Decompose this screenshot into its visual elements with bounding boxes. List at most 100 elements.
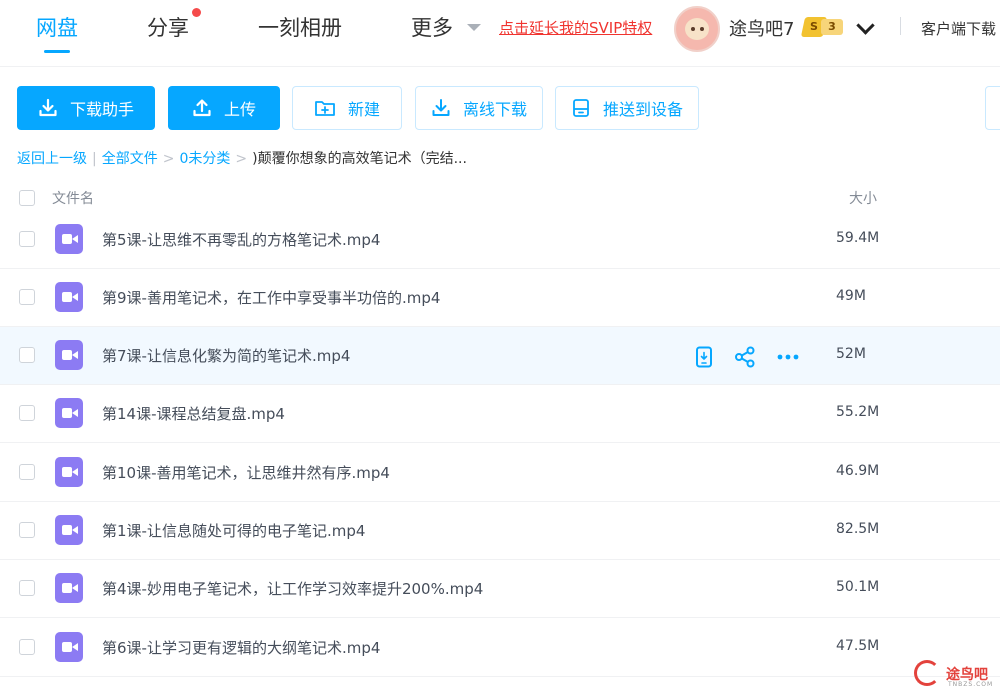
active-tab-indicator (44, 50, 70, 53)
table-row[interactable]: 第14课-课程总结复盘.mp4 55.2M (0, 385, 1000, 443)
file-name[interactable]: 第1课-让信息随处可得的电子笔记.mp4 (102, 520, 365, 541)
table-row[interactable]: 第10课-善用笔记术，让思维井然有序.mp4 46.9M (0, 444, 1000, 502)
camera-lens-icon (72, 468, 78, 476)
avatar-eye-right (700, 27, 704, 31)
share-icon[interactable] (734, 346, 756, 368)
new-folder-icon (315, 101, 335, 116)
breadcrumb-uncategorized[interactable]: 0未分类 (179, 151, 230, 167)
breadcrumb-divider: | (92, 151, 97, 167)
row-checkbox[interactable] (19, 405, 35, 421)
nav-divider (900, 17, 901, 35)
avatar[interactable] (674, 6, 720, 52)
camera-body-icon (62, 234, 72, 244)
offline-download-button[interactable]: 离线下载 (415, 86, 543, 130)
camera-lens-icon (72, 235, 78, 243)
breadcrumb-current: )颠覆你想象的高效笔记术（完结... (252, 151, 467, 167)
upload-icon (193, 99, 211, 117)
send-to-phone-icon[interactable] (694, 346, 714, 368)
select-all-checkbox[interactable] (19, 190, 35, 206)
video-file-icon (55, 515, 83, 545)
camera-lens-icon (72, 409, 78, 417)
camera-lens-icon (72, 293, 78, 301)
file-size: 47.5M (836, 638, 880, 654)
tab-netdisk[interactable]: 网盘 (36, 12, 78, 42)
file-name[interactable]: 第7课-让信息化繁为简的笔记术.mp4 (102, 345, 350, 366)
file-size: 59.4M (836, 230, 880, 246)
camera-body-icon (62, 642, 72, 652)
notification-dot (192, 8, 201, 17)
tab-share[interactable]: 分享 (147, 12, 189, 42)
push-to-device-label: 推送到设备 (602, 100, 683, 119)
file-size: 55.2M (836, 404, 880, 420)
table-row[interactable]: 第5课-让思维不再零乱的方格笔记术.mp4 59.4M (0, 211, 1000, 269)
tab-more[interactable]: 更多 (411, 12, 453, 42)
more-caret-icon[interactable] (467, 24, 481, 31)
camera-body-icon (62, 525, 72, 535)
file-name[interactable]: 第4课-妙用电子笔记术，让工作学习效率提升200%.mp4 (102, 578, 483, 599)
nav-bottom-border (0, 66, 1000, 67)
camera-body-icon (62, 583, 72, 593)
table-row[interactable]: 第9课-善用笔记术，在工作中享受事半功倍的.mp4 49M (0, 269, 1000, 327)
file-size: 46.9M (836, 463, 880, 479)
row-checkbox[interactable] (19, 347, 35, 363)
new-folder-label: 新建 (347, 100, 380, 119)
camera-body-icon (62, 408, 72, 418)
video-file-icon (55, 457, 83, 487)
new-folder-button[interactable]: 新建 (292, 86, 402, 130)
svip-level-badge: 3 (821, 19, 843, 35)
breadcrumb-all-files[interactable]: 全部文件 (102, 151, 158, 167)
row-checkbox[interactable] (19, 464, 35, 480)
camera-body-icon (62, 292, 72, 302)
camera-lens-icon (72, 351, 78, 359)
table-row[interactable]: 第6课-让学习更有逻辑的大纲笔记术.mp4 47.5M (0, 619, 1000, 677)
avatar-face (685, 18, 709, 40)
file-name[interactable]: 第14课-课程总结复盘.mp4 (102, 403, 285, 424)
table-row[interactable]: 第4课-妙用电子笔记术，让工作学习效率提升200%.mp4 50.1M (0, 560, 1000, 618)
file-size: 49M (836, 288, 866, 304)
camera-body-icon (62, 467, 72, 477)
upload-label: 上传 (223, 100, 256, 119)
download-helper-button[interactable]: 下载助手 (17, 86, 155, 130)
video-file-icon (55, 632, 83, 662)
upload-button[interactable]: 上传 (168, 86, 280, 130)
video-file-icon (55, 224, 83, 254)
file-name[interactable]: 第9课-善用笔记术，在工作中享受事半功倍的.mp4 (102, 287, 440, 308)
file-size: 50.1M (836, 579, 880, 595)
camera-lens-icon (72, 526, 78, 534)
watermark-logo-icon (914, 660, 940, 686)
file-name[interactable]: 第5课-让思维不再零乱的方格笔记术.mp4 (102, 229, 380, 250)
svip-extend-link[interactable]: 点击延长我的SVIP特权 (499, 17, 652, 38)
video-file-icon (55, 398, 83, 428)
breadcrumb-chevron-icon: > (162, 151, 175, 167)
file-size: 52M (836, 346, 866, 362)
file-name[interactable]: 第10课-善用笔记术，让思维井然有序.mp4 (102, 462, 390, 483)
tab-album[interactable]: 一刻相册 (258, 12, 342, 42)
table-row[interactable]: 第1课-让信息随处可得的电子笔记.mp4 82.5M (0, 502, 1000, 560)
top-nav: 网盘 分享 一刻相册 更多 点击延长我的SVIP特权 途鸟吧7 S 3 客户端下… (0, 0, 1000, 62)
push-to-device-button[interactable]: 推送到设备 (555, 86, 699, 130)
more-actions-icon[interactable] (776, 346, 800, 368)
video-file-icon (55, 282, 83, 312)
username[interactable]: 途鸟吧7 (729, 15, 794, 41)
column-header-size[interactable]: 大小 (849, 188, 877, 208)
client-download-link[interactable]: 客户端下载 (921, 18, 996, 39)
offline-download-icon (432, 99, 450, 116)
row-checkbox[interactable] (19, 580, 35, 596)
camera-lens-icon (72, 643, 78, 651)
table-row[interactable]: 第7课-让信息化繁为简的笔记术.mp4 52M (0, 327, 1000, 385)
offline-download-label: 离线下载 (462, 100, 527, 119)
download-icon (39, 98, 57, 117)
breadcrumb: 返回上一级 | 全部文件 >0未分类 >)颠覆你想象的高效笔记术（完结... (17, 148, 467, 168)
column-header-name[interactable]: 文件名 (52, 188, 94, 208)
file-name[interactable]: 第6课-让学习更有逻辑的大纲笔记术.mp4 (102, 637, 380, 658)
avatar-eye-left (691, 27, 695, 31)
row-checkbox[interactable] (19, 289, 35, 305)
user-menu-chevron-icon[interactable] (856, 16, 875, 35)
row-checkbox[interactable] (19, 639, 35, 655)
row-checkbox[interactable] (19, 522, 35, 538)
breadcrumb-back[interactable]: 返回上一级 (17, 151, 87, 167)
row-checkbox[interactable] (19, 231, 35, 247)
view-toggle-button[interactable] (985, 86, 1000, 130)
camera-body-icon (62, 350, 72, 360)
video-file-icon (55, 573, 83, 603)
